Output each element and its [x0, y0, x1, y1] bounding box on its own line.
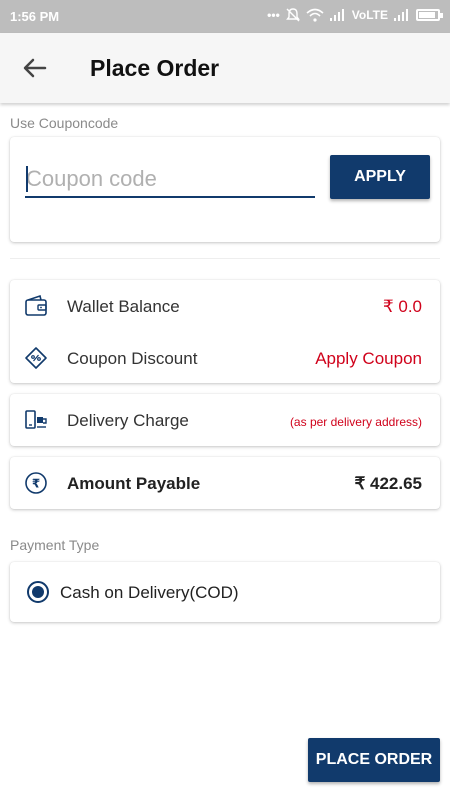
coupon-section-label: Use Couponcode — [10, 115, 119, 131]
apply-coupon-button[interactable]: APPLY — [330, 155, 430, 199]
cod-label: Cash on Delivery(COD) — [60, 583, 239, 602]
rupee-icon: ₹ — [25, 472, 47, 494]
status-icons: ••• VoLTE — [267, 8, 443, 22]
app-bar: Place Order — [0, 33, 450, 103]
text-cursor — [26, 166, 28, 192]
payment-section-label: Payment Type — [10, 537, 100, 553]
apply-coupon-link[interactable]: Apply Coupon — [315, 349, 422, 369]
battery-fill — [419, 12, 436, 18]
wallet-balance-row: Wallet Balance ₹ 0.0 — [10, 280, 440, 332]
coupon-tag-icon — [25, 347, 47, 369]
delivery-charge-row: Delivery Charge (as per delivery address… — [10, 394, 440, 446]
wallet-balance-value: ₹ 0.0 — [382, 297, 422, 316]
mute-icon — [285, 8, 300, 22]
coupon-code-input[interactable] — [25, 161, 315, 198]
svg-text:₹: ₹ — [32, 477, 40, 491]
delivery-charge-label: Delivery Charge — [67, 411, 189, 430]
page-title: Place Order — [90, 55, 220, 81]
delivery-icon — [25, 410, 47, 429]
place-order-button[interactable]: PLACE ORDER — [308, 738, 440, 782]
cod-radio-button[interactable] — [27, 581, 49, 603]
delivery-card: Delivery Charge (as per delivery address… — [10, 394, 440, 446]
wallet-balance-label: Wallet Balance — [67, 297, 180, 316]
wifi-icon — [306, 8, 324, 22]
coupon-discount-label: Coupon Discount — [67, 349, 198, 368]
status-time: 1:56 PM — [10, 9, 60, 24]
payment-option-card[interactable]: Cash on Delivery(COD) — [10, 562, 440, 622]
coupon-card: APPLY — [10, 137, 440, 242]
amount-payable-value: ₹ 422.65 — [354, 474, 422, 493]
network-label: VoLTE — [351, 8, 388, 22]
signal-icon — [394, 9, 408, 21]
divider — [10, 258, 440, 259]
amount-payable-row: ₹ Amount Payable ₹ 422.65 — [10, 457, 440, 509]
wallet-icon — [25, 294, 47, 316]
amount-card: ₹ Amount Payable ₹ 422.65 — [10, 457, 440, 509]
delivery-charge-value: (as per delivery address) — [289, 415, 422, 429]
balance-card: Wallet Balance ₹ 0.0 Coupon Discount App… — [10, 280, 440, 383]
coupon-discount-row: Coupon Discount Apply Coupon — [10, 332, 440, 384]
more-dots-icon: ••• — [267, 8, 280, 22]
arrow-left-icon[interactable] — [20, 53, 50, 83]
amount-payable-label: Amount Payable — [67, 474, 201, 493]
signal-icon — [329, 9, 344, 21]
radio-selected-dot — [32, 586, 44, 598]
battery-icon — [416, 9, 443, 21]
status-bar: 1:56 PM ••• VoLTE — [0, 0, 450, 33]
